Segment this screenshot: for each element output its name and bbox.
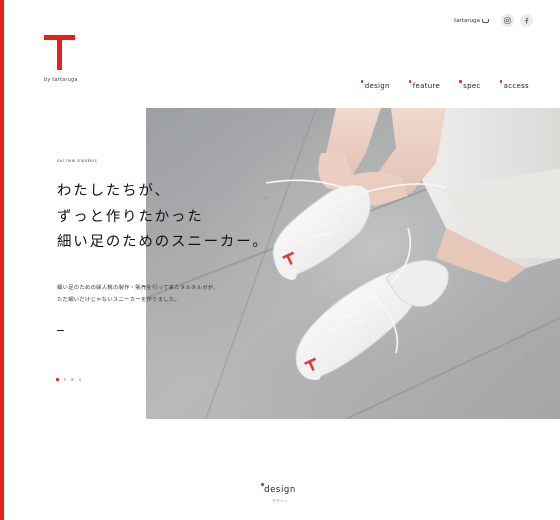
nav-dot [459,80,462,83]
nav-design[interactable]: design [360,80,390,90]
nav-label: spec [463,82,481,90]
section-heading-design: design デザイン [0,477,560,504]
headline-line: わたしたちが、 [57,183,171,199]
headline-line: ずっと作りたかった [57,208,204,225]
facebook-icon[interactable] [520,14,533,27]
section-title-en-text: design [264,485,296,495]
brand-link[interactable]: tartaruga [454,18,489,24]
slide-dot-2[interactable] [63,378,66,381]
cup-icon [482,18,489,23]
top-utility-bar: tartaruga [454,14,533,27]
nav-label: feature [412,82,441,90]
body-line: 細い足のための婦人靴の製作・販売を行って来たタルタルガが、 [57,285,219,291]
nav-label: access [503,82,529,90]
nav-label: design [364,82,390,90]
instagram-icon[interactable] [501,14,514,27]
main-nav: design feature spec access [360,80,529,90]
slide-dot-1[interactable] [56,378,59,381]
brand-link-label: tartaruga [454,17,480,24]
accent-side-bar [0,0,4,520]
headline-line: 細い足のためのスニーカー。 [57,234,269,250]
body-line: ただ細いだけじゃないスニーカーを作りました。 [57,297,181,303]
nav-dot [408,80,412,83]
slide-dot-4[interactable] [78,378,81,381]
logo[interactable] [44,35,80,73]
hero-body: 細い足のための婦人靴の製作・販売を行って来たタルタルガが、 ただ細いだけじゃない… [57,282,219,306]
logo-t-stem [57,35,62,70]
nav-access[interactable]: access [499,80,529,90]
nav-feature[interactable]: feature [408,80,441,90]
section-title-ja: デザイン [272,499,288,503]
section-dot [261,483,264,486]
hero-sneakers-photo [146,108,560,419]
hero-eyebrow: our new sneakers [57,158,98,163]
logo-subtitle: by tartaruga [44,77,78,83]
slide-indicator [56,378,81,381]
divider-dash [57,330,64,331]
slide-dot-3[interactable] [71,378,74,381]
section-title-en: design [261,483,296,495]
nav-dot [499,80,503,83]
nav-dot [360,80,364,83]
nav-spec[interactable]: spec [459,80,481,90]
hero-headline: わたしたちが、 ずっと作りたかった 細い足のためのスニーカー。 [57,179,269,256]
